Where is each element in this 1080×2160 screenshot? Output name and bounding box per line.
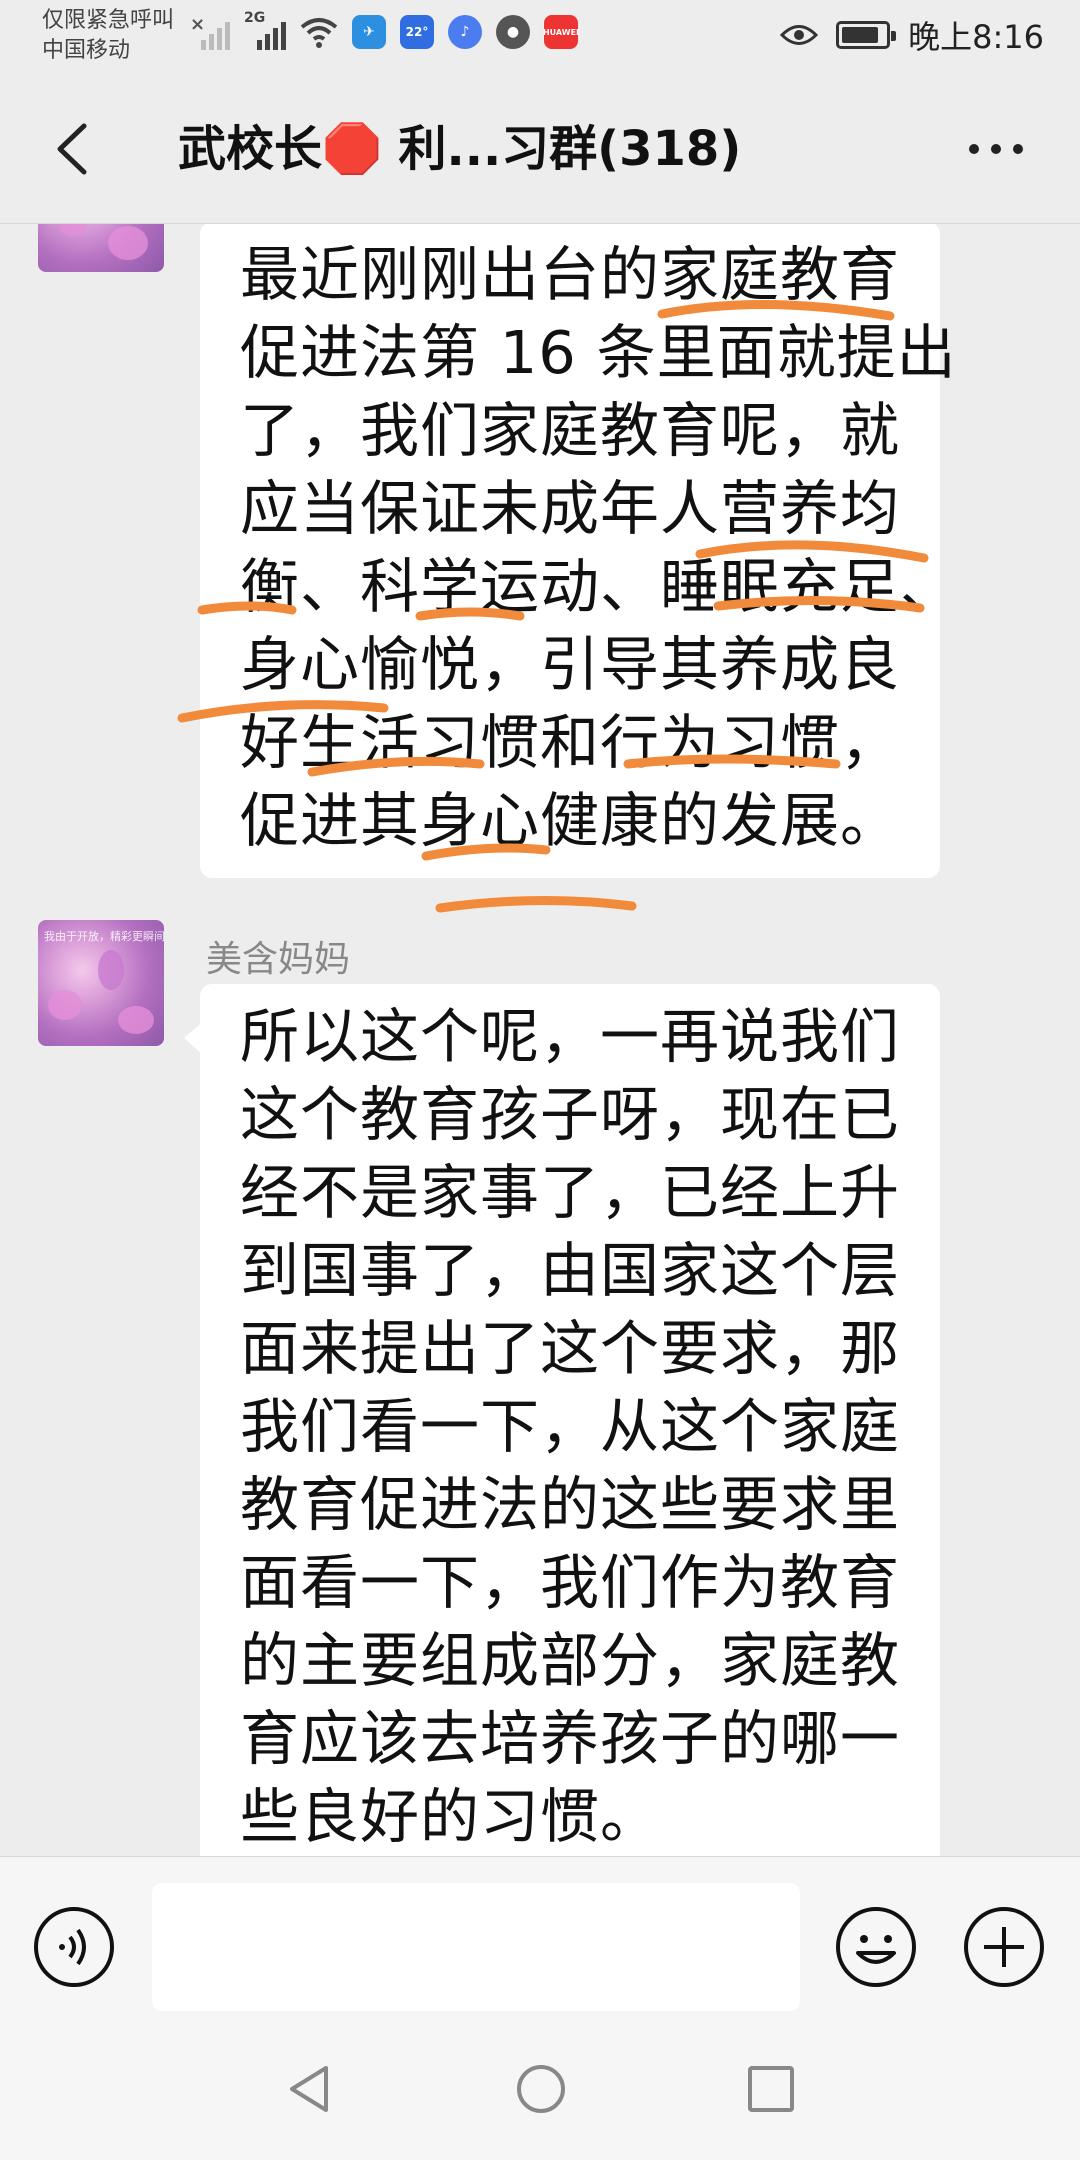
nav-back-icon (290, 2066, 328, 2112)
voice-button[interactable] (32, 1905, 116, 1989)
battery-icon (836, 21, 897, 49)
status-right: 晚上8:16 (780, 12, 1044, 58)
chat-screen: 仅限紧急呼叫 中国移动 × 2G ✈ 22° ♪ ● HUAWEI 晚上8:16… (0, 0, 1080, 2160)
no-signal-icon: × (190, 14, 230, 50)
more-functions-button[interactable] (962, 1905, 1046, 1989)
message-bubble[interactable]: 最近刚刚出台的家庭教育 促进法第 16 条里面就提出 了，我们家庭教育呢，就 应… (200, 224, 961, 878)
annotation-stroke (435, 895, 637, 913)
message-line: 到国事了，由国家这个层 (240, 1236, 901, 1305)
message-line: 的主要组成部分，家庭教 (240, 1626, 901, 1695)
clock-time: 晚上8:16 (908, 18, 1044, 56)
system-nav-bar (0, 2020, 1080, 2160)
more-dots-icon (969, 144, 1023, 154)
carrier-emergency-text: 仅限紧急呼叫 (42, 8, 175, 33)
message-line: 了，我们家庭教育呢，就 (240, 396, 901, 465)
carrier-name: 中国移动 (42, 38, 131, 63)
message-line: 我们看一下，从这个家庭 (240, 1392, 901, 1461)
message-line: 促进法第 16 条里面就提出 (240, 318, 957, 387)
sender-avatar[interactable] (38, 224, 164, 272)
nav-recents-icon (748, 2066, 794, 2112)
carrier-info: 仅限紧急呼叫 中国移动 (42, 6, 174, 66)
message-line: 应当保证未成年人营养均 (240, 474, 901, 543)
sender-name: 美含妈妈 (206, 939, 351, 980)
message-line: 身心愉悦，引导其养成良 (240, 630, 901, 699)
eye-comfort-icon (780, 22, 819, 48)
plus-icon (964, 1907, 1044, 1987)
more-options-button[interactable] (956, 114, 1036, 184)
voice-input-icon (34, 1907, 114, 1987)
message-list[interactable]: 最近刚刚出台的家庭教育 促进法第 16 条里面就提出 了，我们家庭教育呢，就 应… (0, 224, 1080, 1856)
nav-home-button[interactable] (506, 2054, 576, 2124)
back-button[interactable] (40, 114, 110, 184)
message-line: 些良好的习惯。 (240, 1782, 661, 1851)
message-input[interactable] (152, 1883, 800, 2011)
emoji-button[interactable] (834, 1905, 918, 1989)
dingtalk-app-icon: ✈ (352, 15, 386, 49)
chat-title: 武校长🛑 利...习群(318) (178, 121, 742, 177)
message-line: 衡、科学运动、睡眠充足、 (240, 552, 961, 621)
wifi-icon (300, 15, 338, 49)
message-line: 促进其身心健康的发展。 (240, 786, 901, 855)
message-line: 所以这个呢，一再说我们 (240, 1002, 901, 1071)
message-line: 面来提出了这个要求，那 (240, 1314, 901, 1383)
message-line: 经不是家事了，已经上升 (240, 1158, 901, 1227)
message-line: 好生活习惯和行为习惯， (240, 708, 901, 777)
message-line: 面看一下，我们作为教育 (240, 1548, 901, 1617)
nav-home-icon (517, 2065, 565, 2113)
message-line: 这个教育孩子呀，现在已 (240, 1080, 901, 1149)
avatar-caption: 我由于开放，精彩更瞬间 (44, 930, 164, 943)
sender-avatar[interactable]: 我由于开放，精彩更瞬间 (38, 920, 164, 1046)
message-bubble[interactable]: 所以这个呢，一再说我们 这个教育孩子呀，现在已 经不是家事了，已经上升 到国事了… (184, 984, 940, 1856)
nav-recents-button[interactable] (736, 2054, 806, 2124)
message-line: 育应该去培养孩子的哪一 (240, 1704, 901, 1773)
signal-strength-icon: 2G (244, 10, 286, 50)
status-bar: 仅限紧急呼叫 中国移动 × 2G ✈ 22° ♪ ● HUAWEI 晚上8:16 (0, 0, 1080, 74)
chat-header: 武校长🛑 利...习群(318) (0, 74, 1080, 224)
message-line: 最近刚刚出台的家庭教育 (240, 240, 901, 309)
emoji-icon (836, 1907, 916, 1987)
status-icons: × 2G ✈ 22° ♪ ● HUAWEI (190, 10, 579, 50)
huawei-app-icon: HUAWEI (543, 15, 579, 49)
nav-back-button[interactable] (274, 2054, 344, 2124)
chevron-left-icon (57, 123, 87, 175)
browser-app-icon: ● (496, 15, 530, 49)
music-app-icon: ♪ (448, 15, 482, 49)
weather-app-icon: 22° (400, 15, 434, 49)
input-bar (0, 1856, 1080, 2020)
message-line: 教育促进法的这些要求里 (240, 1470, 901, 1539)
